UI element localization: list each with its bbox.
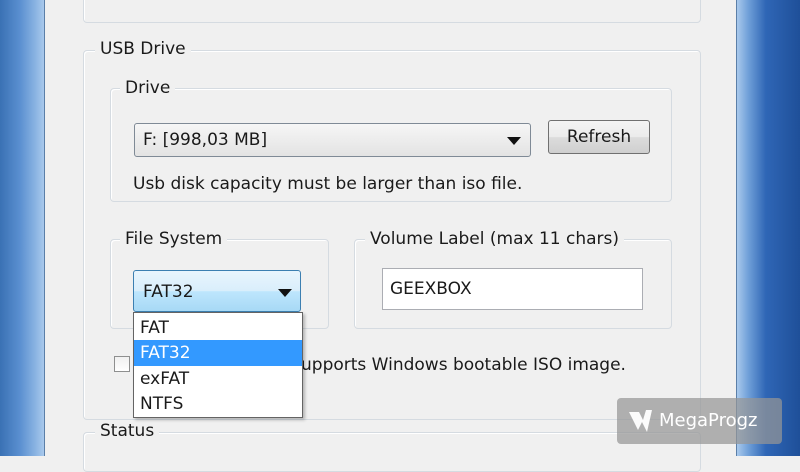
status-group bbox=[83, 432, 701, 472]
drive-capacity-note: Usb disk capacity must be larger than is… bbox=[133, 174, 523, 194]
refresh-button[interactable]: Refresh bbox=[548, 120, 650, 154]
bootable-checkbox[interactable] bbox=[114, 356, 130, 372]
file-system-dropdown-list: FAT FAT32 exFAT NTFS bbox=[133, 312, 303, 418]
drive-select[interactable]: F: [998,03 MB] bbox=[134, 123, 531, 157]
window-frame-right bbox=[736, 0, 800, 456]
top-group-box bbox=[83, 0, 701, 23]
file-system-legend: File System bbox=[120, 229, 228, 249]
file-system-select-value: FAT32 bbox=[143, 282, 194, 302]
file-system-select[interactable]: FAT32 bbox=[133, 270, 301, 312]
drive-legend: Drive bbox=[120, 78, 176, 98]
file-system-option[interactable]: exFAT bbox=[134, 366, 302, 392]
drive-select-value: F: [998,03 MB] bbox=[143, 130, 268, 150]
megaprogz-logo-icon bbox=[629, 410, 652, 432]
volume-label-input[interactable]: GEEXBOX bbox=[382, 268, 643, 310]
file-system-option[interactable]: FAT bbox=[134, 315, 302, 341]
volume-label-value: GEEXBOX bbox=[390, 279, 472, 299]
dialog-client-area: USB Drive Drive F: [998,03 MB] Refresh U… bbox=[45, 0, 735, 472]
watermark-text: MegaProgz bbox=[659, 410, 758, 431]
bootable-checkbox-label: upports Windows bootable ISO image. bbox=[301, 355, 626, 375]
window-frame-left bbox=[0, 0, 45, 456]
status-legend: Status bbox=[95, 421, 160, 441]
watermark-badge: MegaProgz bbox=[617, 398, 782, 444]
usb-drive-legend: USB Drive bbox=[95, 39, 191, 59]
file-system-option[interactable]: NTFS bbox=[134, 391, 302, 417]
chevron-down-icon bbox=[278, 289, 292, 297]
volume-label-legend: Volume Label (max 11 chars) bbox=[365, 229, 625, 249]
file-system-option-selected[interactable]: FAT32 bbox=[134, 340, 302, 366]
chevron-down-icon bbox=[507, 137, 521, 145]
